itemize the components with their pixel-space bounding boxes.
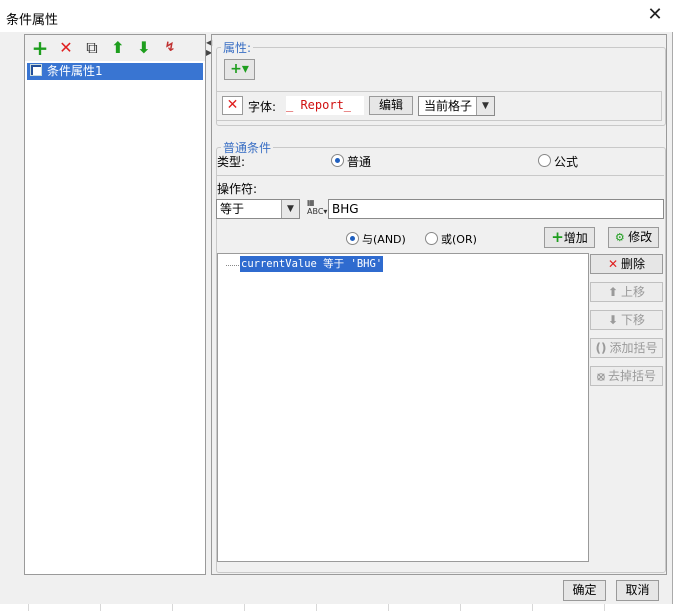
value-type-icon[interactable]: ▦ ABC▾ — [307, 198, 327, 218]
or-radio[interactable] — [425, 232, 438, 245]
operator-value: 等于 — [220, 202, 245, 216]
font-label: 字体: — [248, 100, 277, 114]
remove-bracket-button[interactable]: ⦻ 去掉括号 — [590, 366, 663, 386]
edit-font-button[interactable]: 编辑 — [369, 96, 413, 115]
add-condition-label: 增加 — [563, 231, 588, 245]
delete-icon: ✕ — [607, 257, 619, 271]
move-down-icon[interactable]: ⬇ — [135, 39, 153, 57]
operand-input[interactable]: BHG — [328, 199, 664, 219]
and-label: 与(AND) — [362, 233, 406, 246]
add-icon: + — [551, 228, 564, 246]
close-button[interactable]: ✕ — [643, 4, 667, 26]
move-down-label: 下移 — [621, 313, 646, 327]
conditions-list[interactable]: currentValue 等于 'BHG' — [217, 253, 589, 562]
font-preview: _ Report_ — [286, 96, 364, 115]
type-formula-radio[interactable] — [538, 154, 551, 167]
delete-icon[interactable]: ✕ — [57, 39, 75, 57]
operand-value: BHG — [332, 202, 359, 216]
sort-icon[interactable]: ↯ — [161, 39, 179, 57]
gear-icon: ⚙ — [614, 231, 629, 244]
add-condition-button[interactable]: +增加 — [544, 227, 595, 248]
move-down-button[interactable]: ⬇ 下移 — [590, 310, 663, 330]
title-bar: 条件属性 ✕ — [0, 0, 673, 32]
type-formula-label: 公式 — [554, 155, 579, 169]
properties-legend: 属性: — [223, 41, 252, 55]
or-label: 或(OR) — [441, 233, 477, 246]
condition-properties-dialog: 条件属性 ✕ + ✕ ⧉ ⬆ ⬇ ↯ 条件属性1 ◀ ▶ 属性: +▾ ✕ 字体:… — [0, 0, 673, 604]
copy-icon[interactable]: ⧉ — [83, 39, 101, 57]
operator-label: 操作符: — [217, 182, 258, 196]
move-up-label: 上移 — [621, 285, 646, 299]
modify-condition-label: 修改 — [628, 230, 653, 244]
add-bracket-label: 添加括号 — [609, 341, 658, 355]
delete-icon: ✕ — [226, 97, 239, 113]
operator-select[interactable]: 等于 ▼ — [216, 199, 300, 219]
list-item[interactable]: currentValue 等于 'BHG' — [240, 256, 384, 272]
ok-button[interactable]: 确定 — [563, 580, 606, 601]
tree-connector — [226, 265, 239, 266]
type-normal-radio[interactable] — [331, 154, 344, 167]
left-toolbar: + ✕ ⧉ ⬆ ⬇ ↯ — [25, 35, 205, 61]
and-radio[interactable] — [346, 232, 359, 245]
scope-select[interactable]: 当前格子 ▼ — [418, 96, 495, 116]
modify-condition-button[interactable]: ⚙ 修改 — [608, 227, 659, 248]
dialog-title: 条件属性 — [6, 13, 59, 28]
remove-bracket-icon: ⦻ — [597, 369, 605, 383]
arrow-down-icon: ⬇ — [607, 313, 619, 327]
move-up-icon[interactable]: ⬆ — [109, 39, 127, 57]
chevron-down-icon[interactable]: ▼ — [281, 200, 299, 218]
scope-value: 当前格子 — [424, 99, 473, 113]
delete-condition-button[interactable]: ✕ 删除 — [590, 254, 663, 274]
type-normal-label: 普通 — [347, 155, 372, 169]
type-label: 类型: — [217, 155, 246, 169]
remove-font-button[interactable]: ✕ — [222, 96, 243, 115]
divider — [216, 175, 664, 176]
tree-item-label: 条件属性1 — [47, 64, 103, 78]
move-up-button[interactable]: ⬆ 上移 — [590, 282, 663, 302]
cancel-button[interactable]: 取消 — [616, 580, 659, 601]
chevron-down-icon[interactable]: ▼ — [476, 97, 494, 115]
tree-item-condition[interactable]: 条件属性1 — [27, 63, 203, 80]
add-bracket-button[interactable]: () 添加括号 — [590, 338, 663, 358]
delete-label: 删除 — [621, 257, 646, 271]
condition-list-panel: + ✕ ⧉ ⬆ ⬇ ↯ 条件属性1 — [24, 34, 206, 575]
add-icon[interactable]: + — [31, 38, 49, 58]
condition-node-icon — [30, 64, 42, 76]
arrow-up-icon: ⬆ — [607, 285, 619, 299]
add-property-button[interactable]: +▾ — [224, 59, 255, 80]
remove-bracket-label: 去掉括号 — [607, 369, 656, 383]
bracket-icon: () — [595, 341, 607, 355]
